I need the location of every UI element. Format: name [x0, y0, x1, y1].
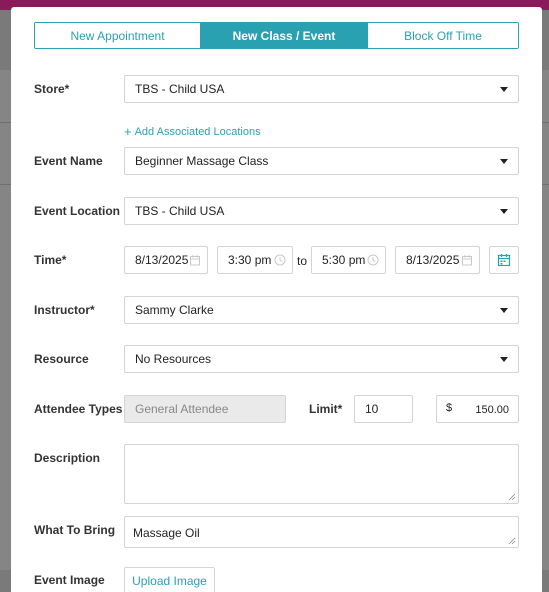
clock-icon: [274, 254, 286, 266]
limit-input[interactable]: 10: [354, 395, 413, 423]
what-to-bring-textarea[interactable]: Massage Oil: [124, 516, 519, 548]
instructor-value: Sammy Clarke: [135, 303, 214, 317]
resource-value: No Resources: [135, 352, 212, 366]
chevron-down-icon: [500, 308, 508, 313]
calendar-repeat-icon: [497, 254, 511, 267]
event-location-select[interactable]: TBS - Child USA: [124, 197, 519, 225]
limit-label: Limit*: [309, 402, 343, 416]
background-left-column: [0, 70, 11, 570]
chevron-down-icon: [500, 87, 508, 92]
price-value: 150.00: [475, 404, 509, 416]
resize-grip-icon[interactable]: [508, 493, 516, 501]
chevron-down-icon: [500, 159, 508, 164]
start-time-value: 3:30 pm: [228, 253, 272, 267]
recurring-calendar-button[interactable]: [489, 246, 519, 274]
attendee-types-field: General Attendee: [124, 395, 286, 423]
upload-image-button[interactable]: Upload Image: [124, 567, 215, 592]
background-divider: [0, 184, 11, 185]
chevron-down-icon: [500, 357, 508, 362]
description-textarea[interactable]: [124, 444, 519, 504]
tab-block-off-time[interactable]: Block Off Time: [367, 23, 518, 48]
store-select[interactable]: TBS - Child USA: [124, 75, 519, 103]
description-label: Description: [34, 451, 101, 465]
start-date-field[interactable]: 8/13/2025: [124, 246, 208, 274]
event-name-label: Event Name: [34, 154, 103, 168]
limit-value: 10: [365, 402, 379, 416]
new-class-event-modal: New Appointment New Class / Event Block …: [11, 7, 542, 592]
end-date-field[interactable]: 8/13/2025: [395, 246, 480, 274]
background-divider: [0, 122, 11, 123]
add-associated-locations-link[interactable]: + Add Associated Locations: [124, 124, 261, 139]
price-input[interactable]: $ 150.00: [436, 395, 519, 423]
what-to-bring-label: What To Bring: [34, 523, 116, 537]
background-right-column: [542, 70, 549, 570]
time-label: Time*: [34, 253, 67, 267]
attendee-types-label: Attendee Types: [34, 402, 123, 416]
end-date-value: 8/13/2025: [406, 253, 460, 267]
calendar-icon: [462, 255, 472, 266]
modal-tabs: New Appointment New Class / Event Block …: [34, 22, 519, 49]
plus-icon: +: [124, 124, 132, 139]
event-location-value: TBS - Child USA: [135, 204, 225, 218]
event-name-value: Beginner Massage Class: [135, 154, 269, 168]
time-range-separator: to: [297, 254, 308, 268]
chevron-down-icon: [500, 209, 508, 214]
resource-select[interactable]: No Resources: [124, 345, 519, 373]
start-date-value: 8/13/2025: [135, 253, 189, 267]
resource-label: Resource: [34, 352, 89, 366]
store-value: TBS - Child USA: [135, 82, 225, 96]
calendar-icon: [190, 255, 200, 266]
currency-symbol: $: [446, 402, 453, 414]
end-time-value: 5:30 pm: [322, 253, 366, 267]
instructor-select[interactable]: Sammy Clarke: [124, 296, 519, 324]
clock-icon: [367, 254, 379, 266]
resize-grip-icon[interactable]: [508, 537, 516, 545]
background-divider: [542, 184, 549, 185]
background-divider: [542, 122, 549, 123]
attendee-types-value: General Attendee: [135, 402, 229, 416]
event-location-label: Event Location: [34, 204, 121, 218]
event-name-select[interactable]: Beginner Massage Class: [124, 147, 519, 175]
store-label: Store*: [34, 82, 70, 96]
instructor-label: Instructor*: [34, 303, 95, 317]
end-time-field[interactable]: 5:30 pm: [311, 246, 386, 274]
tab-new-appointment[interactable]: New Appointment: [35, 23, 200, 48]
add-associated-locations-label: Add Associated Locations: [134, 125, 261, 138]
event-image-label: Event Image: [34, 573, 105, 587]
tab-new-class-event[interactable]: New Class / Event: [200, 23, 367, 48]
start-time-field[interactable]: 3:30 pm: [217, 246, 293, 274]
what-to-bring-value: Massage Oil: [133, 526, 200, 540]
